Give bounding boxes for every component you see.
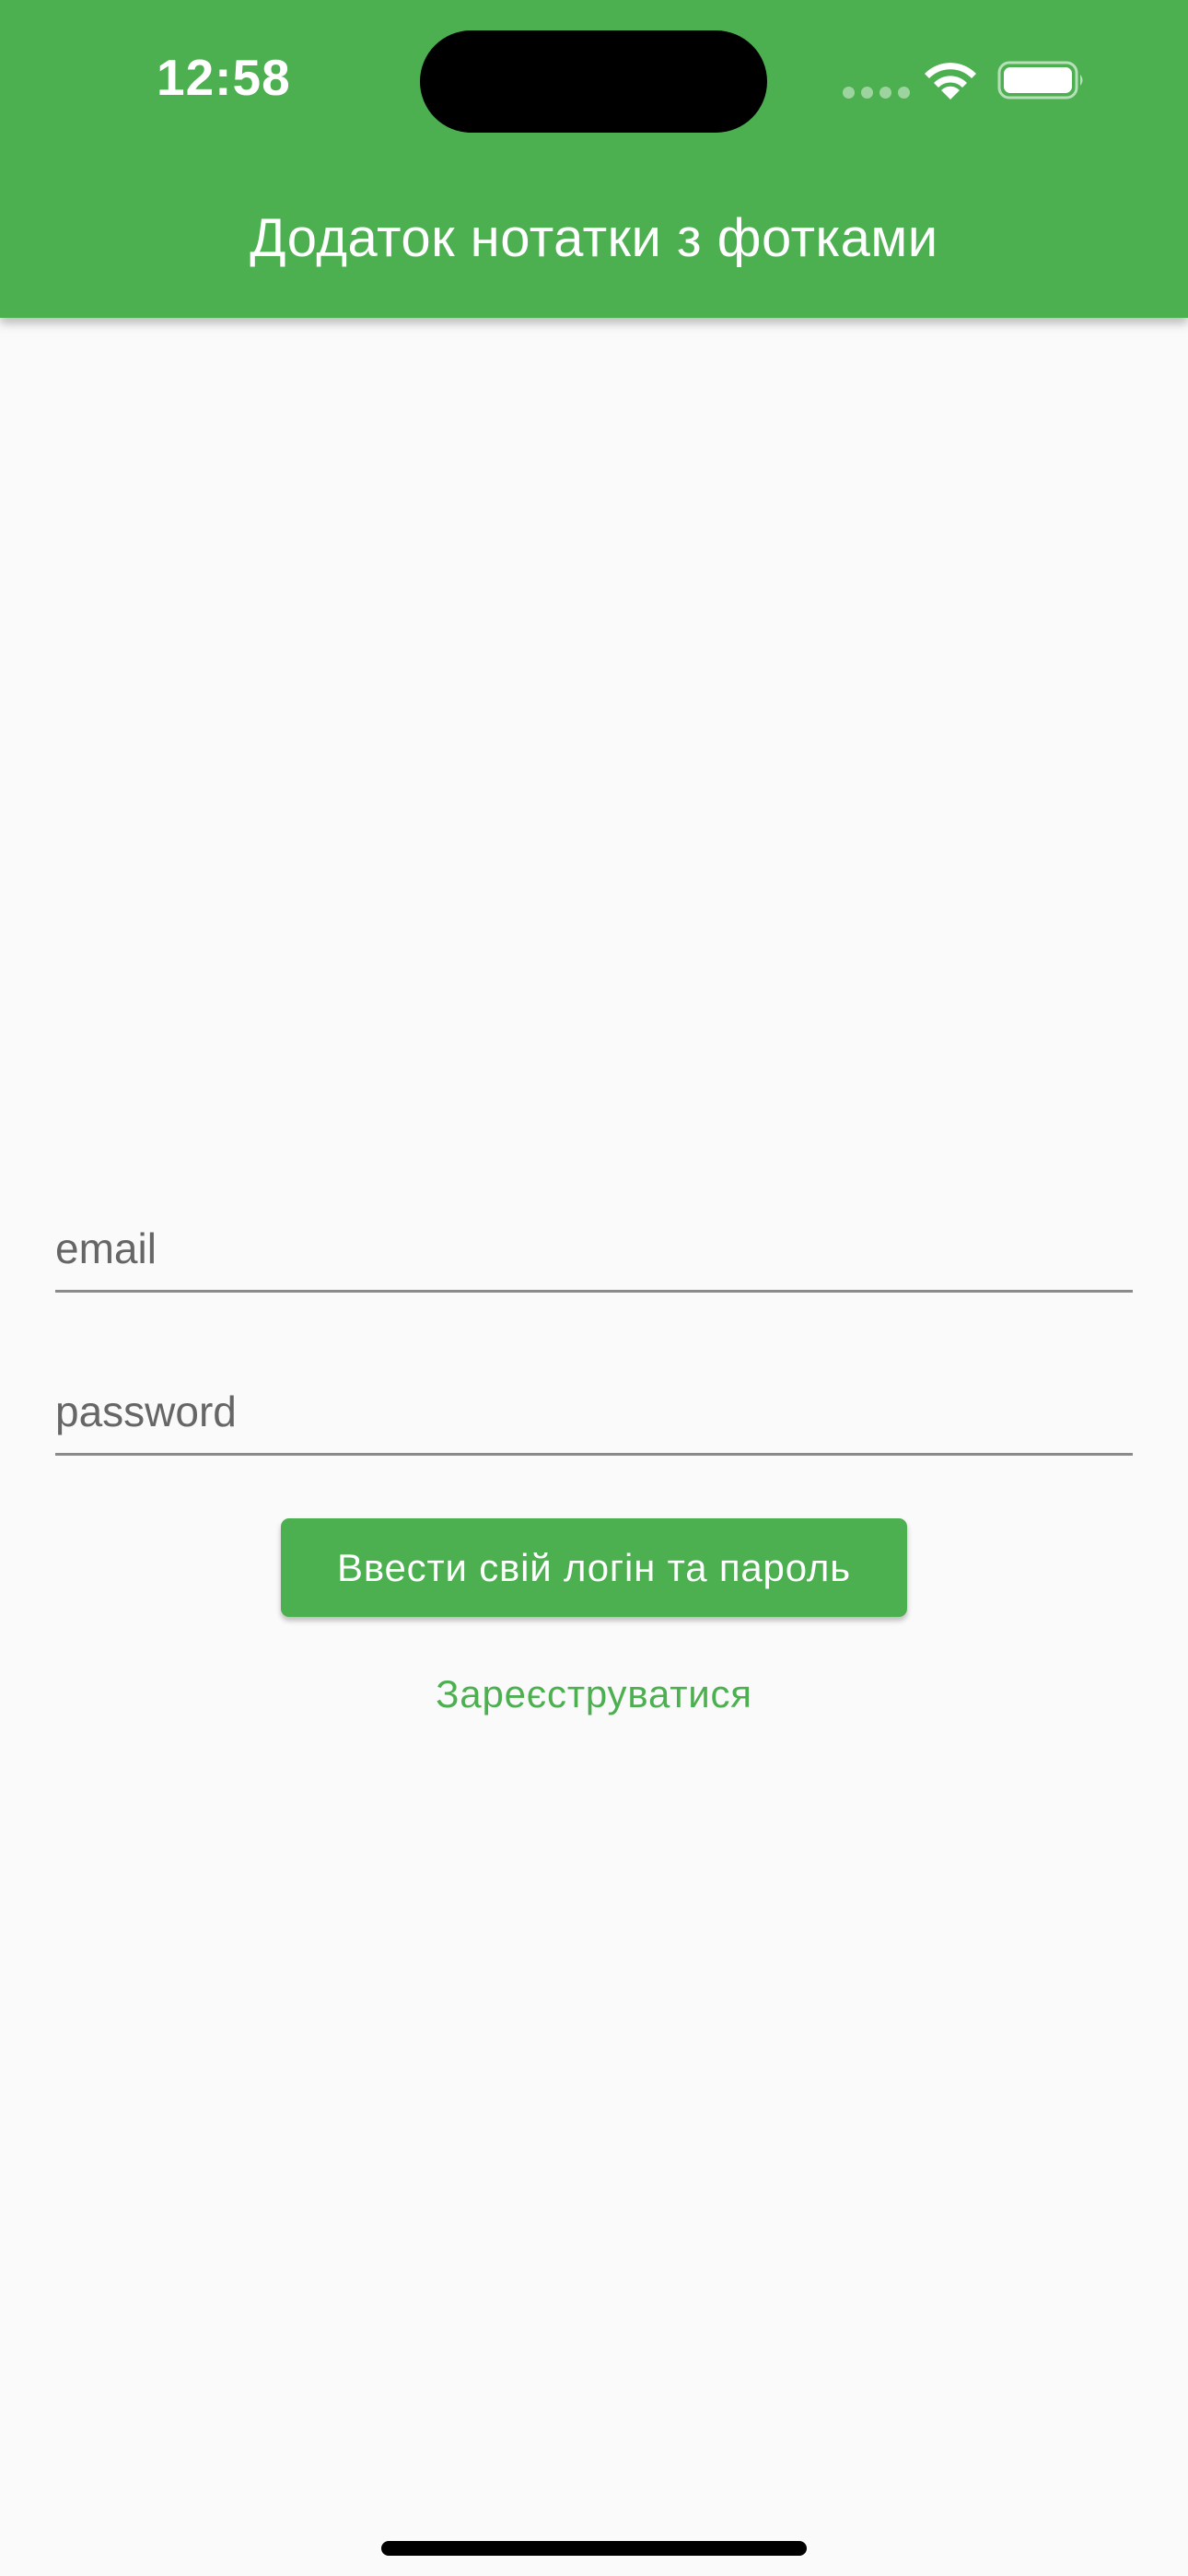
login-button[interactable]: Ввести свій логін та пароль: [281, 1518, 907, 1617]
battery-icon: [997, 61, 1083, 100]
wifi-icon: [925, 63, 976, 100]
password-field[interactable]: [55, 1352, 1133, 1456]
status-bar-time: 12:58: [157, 49, 291, 106]
email-input[interactable]: [55, 1188, 1133, 1290]
home-indicator[interactable]: [381, 2541, 807, 2556]
cellular-signal-icon: [843, 87, 910, 99]
password-input[interactable]: [55, 1352, 1133, 1453]
email-field[interactable]: [55, 1188, 1133, 1293]
app-title: Додаток нотатки з фотками: [250, 208, 938, 268]
dynamic-island: [420, 30, 767, 133]
app-bar: 12:58 Додаток нотатки з фотками: [0, 0, 1188, 318]
register-link[interactable]: Зареєструватися: [0, 1672, 1188, 1716]
